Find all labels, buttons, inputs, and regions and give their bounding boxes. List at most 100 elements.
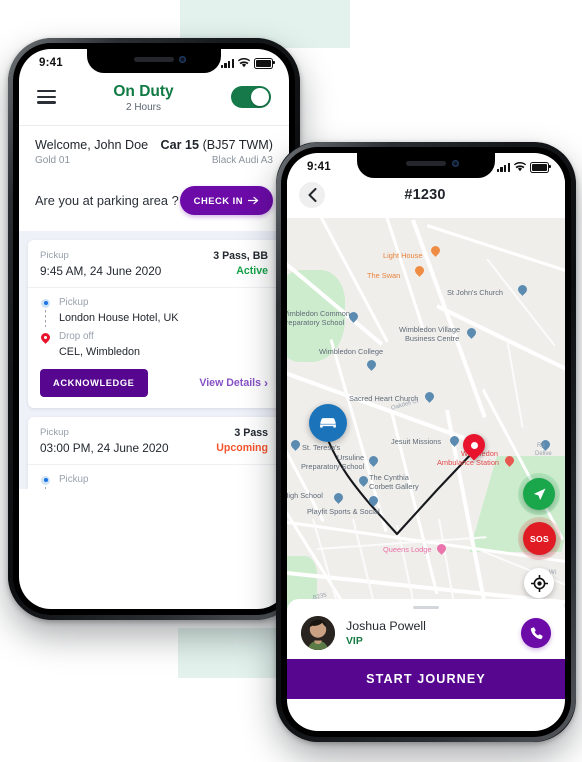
arrow-right-icon — [248, 196, 259, 205]
map-label: St. Teresa's — [302, 443, 341, 452]
phone-notch — [87, 49, 221, 73]
pickup-time: 9:45 AM, 24 June 2020 — [40, 263, 162, 278]
view-details-link[interactable]: View Details › — [199, 377, 268, 389]
driver-phone-device: 9:41 On Duty 2 Hours Welcome, John Doe C… — [8, 38, 300, 620]
cellular-signal-icon — [496, 162, 510, 172]
call-passenger-button[interactable] — [521, 618, 551, 648]
job-header: #1230 — [287, 179, 565, 218]
map-label: High School — [287, 491, 323, 500]
parking-check-in-section: Are you at parking area ? CHECK IN — [19, 180, 289, 231]
route-block: Pickup Trentham Hotel,London AW12 5RE, U… — [28, 465, 280, 489]
pickup-leg: Pickup London House Hotel, UK — [40, 297, 268, 327]
phone-icon — [530, 626, 543, 639]
route-dashed-line — [45, 309, 46, 327]
pickup-leg: Pickup Trentham Hotel,London AW12 5RE, U… — [40, 474, 268, 489]
wifi-icon — [238, 58, 250, 68]
car-number: Car 15 — [160, 137, 200, 152]
navigate-arrow-icon — [533, 488, 545, 500]
passenger-count: 3 Pass, BB — [213, 249, 268, 262]
cellular-signal-icon — [220, 58, 234, 68]
welcome-greeting: Welcome, John Doe — [35, 137, 149, 152]
job-phone-screen: 9:41 #1230 Light House The Swan St John'… — [287, 153, 565, 731]
duty-toggle-switch[interactable] — [231, 85, 271, 108]
pickup-address: Trentham Hotel,London AW12 5RE, UK — [59, 487, 258, 489]
pickup-address: London House Hotel, UK — [59, 311, 179, 324]
map-label: St John's Church — [447, 288, 504, 297]
map-label: Preparatory School — [287, 318, 345, 327]
driver-app-header: On Duty 2 Hours — [19, 75, 289, 125]
my-location-fab[interactable] — [524, 568, 554, 598]
map-label: Ro — [537, 443, 545, 449]
driver-phone-screen: 9:41 On Duty 2 Hours Welcome, John Doe C… — [19, 49, 289, 609]
poi-pin-icon — [334, 493, 343, 505]
earpiece-speaker — [134, 57, 174, 62]
dropoff-connector — [40, 331, 51, 345]
map-label: Wimbledon College — [319, 347, 384, 356]
poi-pin-icon — [467, 328, 476, 340]
map-label: Delive — [535, 451, 552, 457]
booking-card[interactable]: Pickup 9:45 AM, 24 June 2020 3 Pass, BB … — [28, 239, 280, 408]
passenger-name: Joshua Powell — [346, 618, 426, 633]
check-in-button[interactable]: CHECK IN — [179, 185, 273, 215]
poi-pin-icon — [505, 456, 514, 468]
poi-pin-icon — [349, 312, 358, 324]
pickup-text: Pickup Trentham Hotel,London AW12 5RE, U… — [59, 474, 258, 489]
car-info: Car 15 (BJ57 TWM) — [161, 138, 273, 152]
booking-card-header: Pickup 03:00 PM, 24 June 2020 3 Pass Upc… — [28, 417, 280, 464]
status-bar-icons — [220, 57, 275, 69]
job-phone-device: 9:41 #1230 Light House The Swan St John'… — [276, 142, 576, 742]
poi-pin-icon — [450, 436, 459, 448]
dropoff-text: Drop off CEL, Wimbledon — [59, 331, 140, 359]
poi-pin-icon — [437, 544, 446, 556]
vehicle-model-label: Black Audi A3 — [211, 154, 273, 166]
poi-pin-icon — [367, 360, 376, 372]
hamburger-menu-icon[interactable] — [37, 89, 56, 104]
poi-pin-icon — [415, 266, 424, 278]
passenger-tier-badge: VIP — [346, 636, 363, 648]
map-label: The Swan — [367, 271, 401, 280]
driver-id-label: Gold 01 — [35, 154, 71, 166]
status-badge: Active — [236, 264, 268, 277]
map-label: Corbett Gallery — [369, 482, 419, 491]
front-camera — [452, 160, 459, 167]
battery-icon — [254, 57, 275, 69]
start-journey-button[interactable]: START JOURNEY — [287, 659, 565, 699]
pickup-text: Pickup London House Hotel, UK — [59, 297, 178, 325]
poi-pin-icon — [518, 285, 527, 297]
crosshair-icon — [530, 574, 548, 592]
booking-list[interactable]: Pickup 9:45 AM, 24 June 2020 3 Pass, BB … — [19, 230, 289, 489]
destination-pin-icon[interactable] — [463, 434, 485, 464]
map-label: Queens Lodge — [383, 545, 432, 554]
check-in-label: CHECK IN — [193, 194, 243, 206]
booking-card-actions: ACKNOWLEDGE View Details › — [28, 365, 280, 408]
drag-handle[interactable] — [413, 606, 439, 609]
passenger-avatar — [301, 616, 335, 650]
avatar-image — [301, 616, 335, 650]
pickup-label: Pickup — [40, 426, 69, 438]
map-label: Business Centre — [405, 334, 460, 343]
view-details-label: View Details — [199, 376, 261, 389]
car-marker-icon[interactable] — [309, 404, 347, 442]
status-bar-time: 9:41 — [307, 161, 331, 173]
pickup-time: 03:00 PM, 24 June 2020 — [40, 440, 169, 455]
pickup-label: Pickup — [40, 249, 69, 261]
acknowledge-button[interactable]: ACKNOWLEDGE — [40, 368, 148, 397]
map-view[interactable]: Light House The Swan St John's Church Wi… — [287, 218, 565, 611]
booking-id-title: #1230 — [404, 187, 446, 203]
back-button[interactable] — [299, 182, 325, 208]
map-label: Preparatory School — [301, 462, 365, 471]
route-connector — [40, 474, 51, 489]
route-connector — [40, 297, 51, 327]
sos-fab[interactable]: SOS — [523, 522, 556, 555]
front-camera — [179, 56, 186, 63]
booking-card[interactable]: Pickup 03:00 PM, 24 June 2020 3 Pass Upc… — [28, 416, 280, 489]
duty-duration-label: 2 Hours — [125, 101, 161, 113]
welcome-section: Welcome, John Doe Car 15 (BJ57 TWM) Gold… — [19, 126, 289, 180]
parking-question: Are you at parking area ? — [35, 192, 179, 208]
route-dashed-line — [45, 486, 46, 489]
pickup-leg-label: Pickup — [59, 473, 89, 485]
navigate-fab[interactable] — [523, 478, 555, 510]
map-label: Jesuit Missions — [391, 437, 442, 446]
car-glyph-icon — [320, 418, 336, 428]
toggle-knob — [251, 87, 269, 106]
